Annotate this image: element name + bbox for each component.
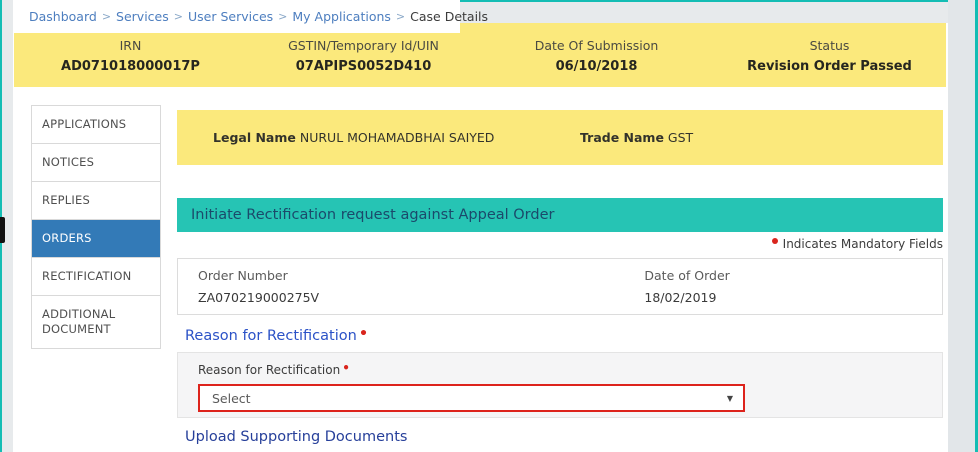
- reason-section-heading: Reason for Rectification •: [185, 326, 368, 344]
- mandatory-fields-note: Indicates Mandatory Fields: [177, 237, 943, 253]
- legal-name-cell: Legal Name NURUL MOHAMADBHAI SAIYED: [177, 130, 560, 145]
- order-date-value: 18/02/2019: [644, 290, 717, 305]
- breadcrumb-link-dashboard[interactable]: Dashboard: [29, 9, 97, 24]
- breadcrumb: Dashboard > Services > User Services > M…: [13, 0, 488, 33]
- sidebar-item-orders[interactable]: ORDERS: [32, 219, 160, 258]
- field-value: AD071018000017P: [61, 59, 200, 74]
- field-label: IRN: [119, 38, 142, 53]
- order-info-panel: Order Number ZA070219000275V Date of Ord…: [177, 258, 943, 315]
- mandatory-note-text: Indicates Mandatory Fields: [782, 237, 943, 251]
- legal-name-value: NURUL MOHAMADBHAI SAIYED: [299, 130, 495, 145]
- section-title-banner: Initiate Rectification request against A…: [177, 198, 943, 232]
- chevron-separator-icon: >: [173, 10, 183, 23]
- trade-name-value: GST: [667, 130, 694, 145]
- case-field-date-of-submission: Date Of Submission 06/10/2018: [480, 23, 713, 87]
- reason-select[interactable]: Select ▼: [198, 384, 745, 412]
- legal-name-label: Legal Name: [213, 130, 296, 145]
- mandatory-dot-icon: •: [358, 326, 369, 342]
- field-label: Date Of Submission: [534, 38, 659, 53]
- field-value: 06/10/2018: [555, 59, 638, 74]
- chevron-down-icon: ▼: [726, 393, 733, 403]
- order-date-cell: Date of Order 18/02/2019: [644, 268, 942, 314]
- taxpayer-name-band: Legal Name NURUL MOHAMADBHAI SAIYED Trad…: [177, 110, 943, 165]
- reason-field-panel: Reason for Rectification • Select ▼: [177, 352, 943, 418]
- breadcrumb-link-user-services[interactable]: User Services: [188, 9, 273, 24]
- scrollbar-gutter: [948, 0, 975, 452]
- breadcrumb-link-my-applications[interactable]: My Applications: [292, 9, 391, 24]
- upload-section-heading: Upload Supporting Documents: [185, 429, 408, 445]
- status-badge: Revision Order Passed: [747, 59, 912, 74]
- sidebar-item-applications[interactable]: APPLICATIONS: [32, 106, 160, 144]
- mandatory-dot-icon: •: [342, 361, 350, 375]
- order-number-value: ZA070219000275V: [198, 290, 320, 305]
- case-field-status: Status Revision Order Passed: [713, 23, 946, 87]
- reason-field-label: Reason for Rectification •: [198, 361, 942, 377]
- trade-name-label: Trade Name: [580, 130, 664, 145]
- order-date-label: Date of Order: [644, 268, 730, 283]
- field-value: 07APIPS0052D410: [295, 59, 432, 74]
- chevron-separator-icon: >: [395, 10, 406, 23]
- sidebar-item-replies[interactable]: REPLIES: [32, 182, 160, 220]
- mandatory-dot-icon: [771, 238, 778, 244]
- reason-heading-text: Reason for Rectification: [185, 328, 357, 344]
- order-number-label: Order Number: [198, 268, 288, 283]
- field-label: GSTIN/Temporary Id/UIN: [288, 38, 439, 53]
- field-label: Status: [809, 38, 850, 53]
- breadcrumb-current: Case Details: [410, 9, 489, 24]
- chevron-separator-icon: >: [278, 10, 288, 23]
- case-sidebar: APPLICATIONS NOTICES REPLIES ORDERS RECT…: [31, 105, 161, 349]
- left-edge-handle[interactable]: [0, 217, 5, 243]
- reason-field-label-text: Reason for Rectification: [198, 363, 341, 377]
- order-number-cell: Order Number ZA070219000275V: [198, 268, 644, 314]
- sidebar-item-additional-document[interactable]: ADDITIONAL DOCUMENT: [32, 296, 160, 348]
- sidebar-item-notices[interactable]: NOTICES: [32, 144, 160, 182]
- sidebar-item-rectification[interactable]: RECTIFICATION: [32, 258, 160, 296]
- reason-select-value: Select: [212, 390, 251, 406]
- trade-name-cell: Trade Name GST: [560, 130, 943, 145]
- breadcrumb-link-services[interactable]: Services: [116, 9, 169, 24]
- chevron-separator-icon: >: [101, 10, 112, 23]
- case-details-page: Dashboard > Services > User Services > M…: [0, 0, 978, 452]
